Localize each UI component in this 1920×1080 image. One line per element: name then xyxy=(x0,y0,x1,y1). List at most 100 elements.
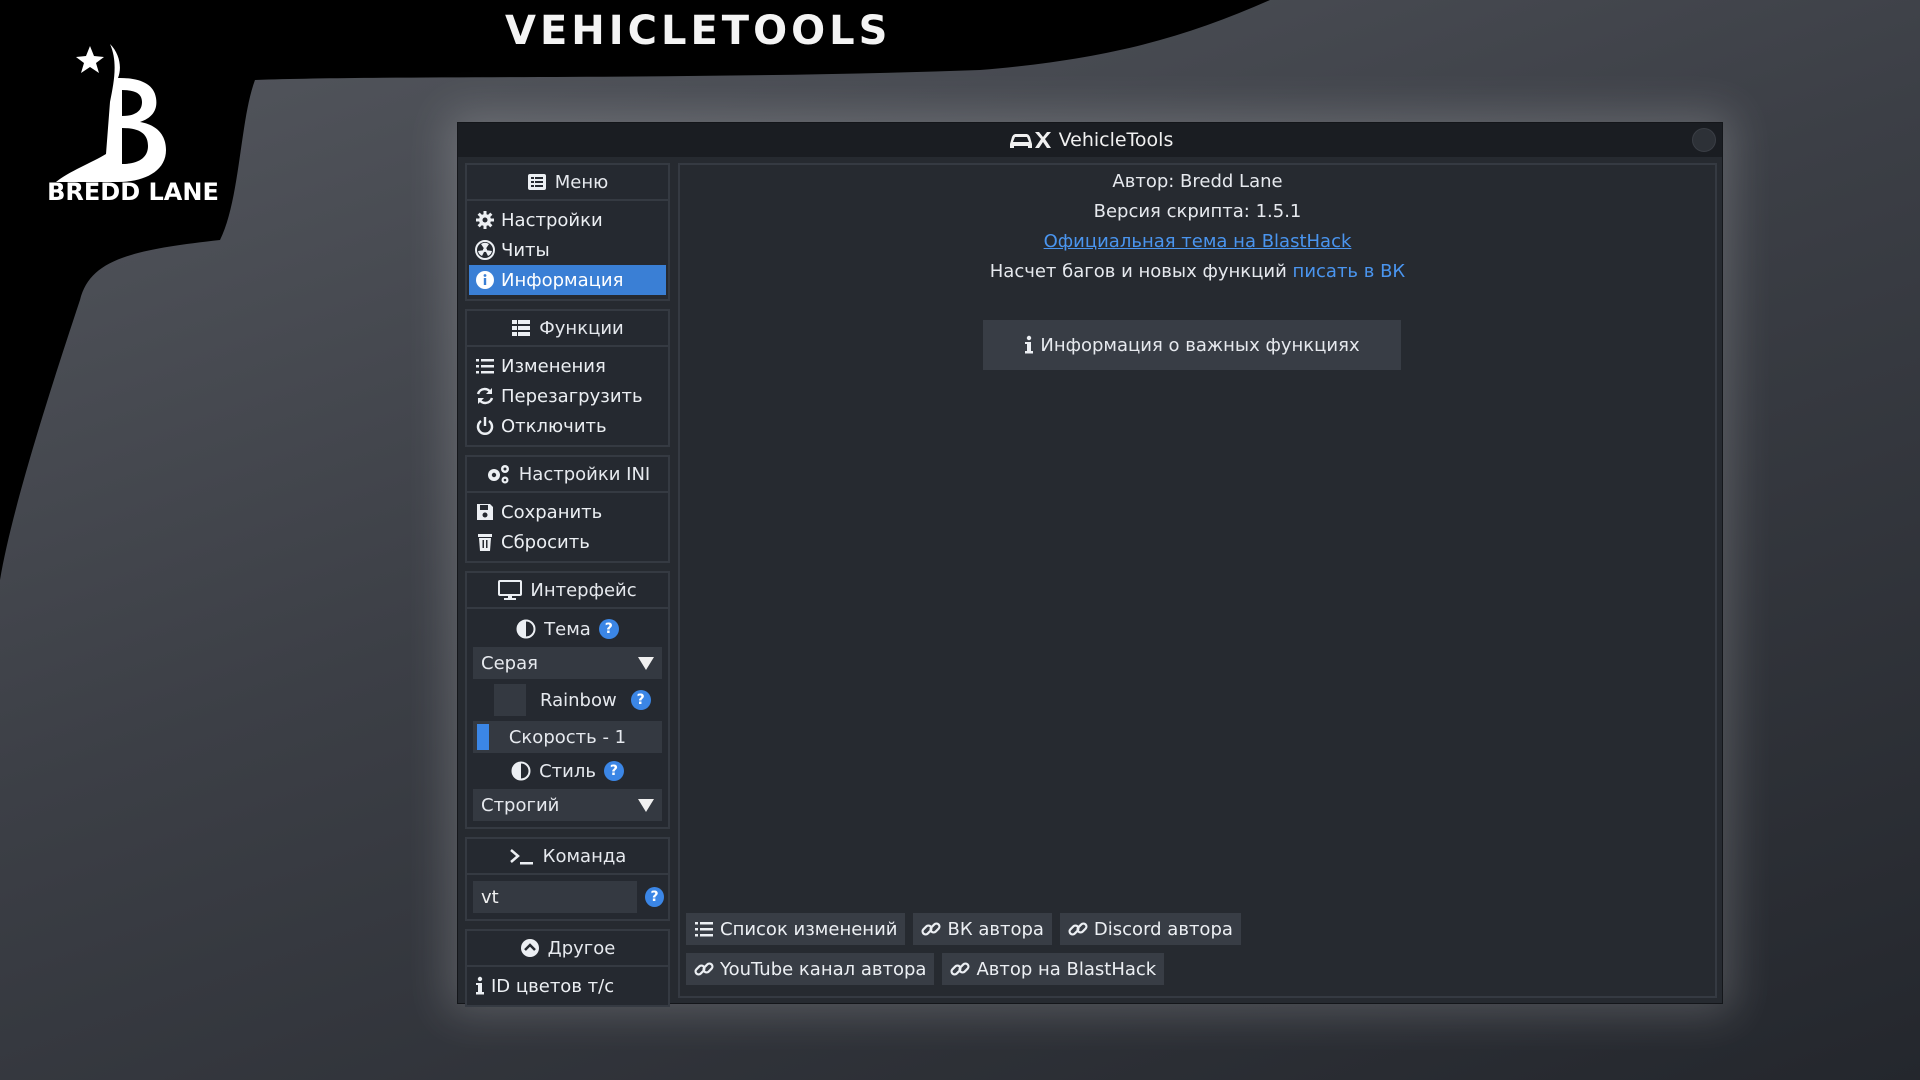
sidebar-item-info[interactable]: Информация xyxy=(469,265,666,295)
command-group: Команда ? xyxy=(465,837,670,921)
speed-slider-label: Скорость - 1 xyxy=(508,726,627,748)
sidebar-item-reset[interactable]: Сбросить xyxy=(469,527,666,557)
vk-write-link[interactable]: писать в ВК xyxy=(1293,261,1406,282)
style-select[interactable]: Строгий xyxy=(473,789,662,821)
link-icon xyxy=(1068,922,1088,936)
link-icon xyxy=(921,922,941,936)
theme-row: Тема ? xyxy=(467,613,668,645)
sidebar-item-label: Читы xyxy=(501,239,550,261)
list-box-icon xyxy=(527,174,546,190)
contrast-icon xyxy=(511,761,531,781)
gears-icon xyxy=(487,465,509,484)
other-header: Другое xyxy=(467,931,668,967)
link-buttons-row-2: YouTube канал автора Автор на BlastHack xyxy=(686,953,1706,985)
gear-icon xyxy=(476,211,494,229)
important-functions-button[interactable]: Информация о важных функциях xyxy=(983,320,1401,370)
menu-header: Меню xyxy=(467,165,668,201)
style-select-value: Строгий xyxy=(481,794,560,816)
author-discord-button-label: Discord автора xyxy=(1093,918,1233,940)
sidebar-item-label: Настройки xyxy=(501,209,603,231)
link-icon xyxy=(694,962,714,976)
contrast-icon xyxy=(516,619,536,639)
command-header: Команда xyxy=(467,839,668,875)
author-youtube-button[interactable]: YouTube канал автора xyxy=(686,953,935,985)
author-line: Автор: Bredd Lane xyxy=(1112,171,1283,192)
style-row: Стиль ? xyxy=(467,755,668,787)
window-titlebar[interactable]: VehicleTools xyxy=(458,123,1722,157)
theme-select[interactable]: Серая xyxy=(473,647,662,679)
other-group: Другое ID цветов т/с xyxy=(465,929,670,1007)
vehicletools-window: VehicleTools Меню Настройки Читы Информа… xyxy=(457,122,1723,1007)
interface-header: Интерфейс xyxy=(467,573,668,609)
ini-group: Настройки INI Сохранить Сбросить xyxy=(465,455,670,563)
rainbow-label: Rainbow xyxy=(540,689,617,711)
theme-help-icon[interactable]: ? xyxy=(598,619,619,639)
sidebar-item-label: Перезагрузить xyxy=(501,385,643,407)
style-help-icon[interactable]: ? xyxy=(603,761,624,781)
monitor-icon xyxy=(498,580,523,600)
important-functions-label: Информация о важных функциях xyxy=(1040,334,1360,356)
sidebar-item-label: Отключить xyxy=(501,415,607,437)
other-header-label: Другое xyxy=(547,937,616,959)
rainbow-help-icon[interactable]: ? xyxy=(630,690,651,710)
command-input[interactable] xyxy=(473,881,637,913)
info-content-panel: Автор: Bredd Lane Версия скрипта: 1.5.1 … xyxy=(678,163,1717,998)
car-wrench-icon xyxy=(1009,132,1051,148)
bugs-line: Насчет багов и новых функций писать в ВК xyxy=(680,257,1715,287)
forum-link[interactable]: Официальная тема на BlastHack xyxy=(1044,231,1352,252)
menu-group: Меню Настройки Читы Информация xyxy=(465,163,670,301)
functions-header: Функции xyxy=(467,311,668,347)
sidebar-item-changes[interactable]: Изменения xyxy=(469,351,666,381)
close-button[interactable] xyxy=(1692,128,1716,152)
list-icon xyxy=(695,922,713,937)
caret-down-icon xyxy=(638,656,654,670)
theme-label: Тема xyxy=(544,618,591,640)
chevron-up-circle-icon xyxy=(520,939,539,957)
sidebar-item-vehicle-color-ids[interactable]: ID цветов т/с xyxy=(469,971,666,1001)
command-help-icon[interactable]: ? xyxy=(645,887,664,907)
command-header-label: Команда xyxy=(542,845,627,867)
terminal-icon xyxy=(509,849,533,865)
rainbow-row: Rainbow ? xyxy=(467,681,668,719)
author-discord-button[interactable]: Discord автора xyxy=(1059,913,1241,945)
sidebar-item-label: Изменения xyxy=(501,355,606,377)
interface-group: Интерфейс Тема ? Серая Rainbow ? Скорост… xyxy=(465,571,670,829)
link-icon xyxy=(950,962,970,976)
rainbow-checkbox[interactable] xyxy=(494,684,526,716)
sidebar-item-reload[interactable]: Перезагрузить xyxy=(469,381,666,411)
changelog-button[interactable]: Список изменений xyxy=(686,913,906,945)
ini-header: Настройки INI xyxy=(467,457,668,493)
sidebar-item-settings[interactable]: Настройки xyxy=(469,205,666,235)
author-youtube-button-label: YouTube канал автора xyxy=(720,958,927,980)
functions-group: Функции Изменения Перезагрузить Отключит… xyxy=(465,309,670,447)
changelog-button-label: Список изменений xyxy=(720,918,898,940)
speed-slider-handle[interactable] xyxy=(477,724,489,750)
trash-icon xyxy=(478,534,492,551)
logo-text: BREDD LANE xyxy=(48,178,218,206)
floppy-icon xyxy=(477,504,493,520)
refresh-icon xyxy=(476,387,494,405)
style-label: Стиль xyxy=(539,760,596,782)
sidebar: Меню Настройки Читы Информация Функции И… xyxy=(465,163,670,1015)
sidebar-item-disable[interactable]: Отключить xyxy=(469,411,666,441)
info-icon xyxy=(476,976,484,995)
link-buttons: Список изменений ВК автора Discord автор… xyxy=(686,913,1706,993)
power-icon xyxy=(476,417,494,435)
table-icon xyxy=(512,320,531,336)
radiation-icon xyxy=(475,240,495,260)
bredd-lane-logo: BREDD LANE xyxy=(48,44,218,206)
author-blasthack-button[interactable]: Автор на BlastHack xyxy=(942,953,1165,985)
list-icon xyxy=(476,359,494,374)
sidebar-item-label: Сбросить xyxy=(501,531,590,553)
banner-title: VEHICLETOOLS xyxy=(505,8,892,54)
sidebar-item-save[interactable]: Сохранить xyxy=(469,497,666,527)
bugs-text: Насчет багов и новых функций xyxy=(989,261,1287,282)
link-buttons-row-1: Список изменений ВК автора Discord автор… xyxy=(686,913,1706,945)
speed-slider[interactable]: Скорость - 1 xyxy=(473,721,662,753)
command-input-row: ? xyxy=(467,879,668,915)
author-blasthack-button-label: Автор на BlastHack xyxy=(976,958,1157,980)
author-vk-button[interactable]: ВК автора xyxy=(913,913,1052,945)
sidebar-item-label: Информация xyxy=(501,269,624,291)
info-icon xyxy=(1025,335,1034,354)
sidebar-item-cheats[interactable]: Читы xyxy=(469,235,666,265)
